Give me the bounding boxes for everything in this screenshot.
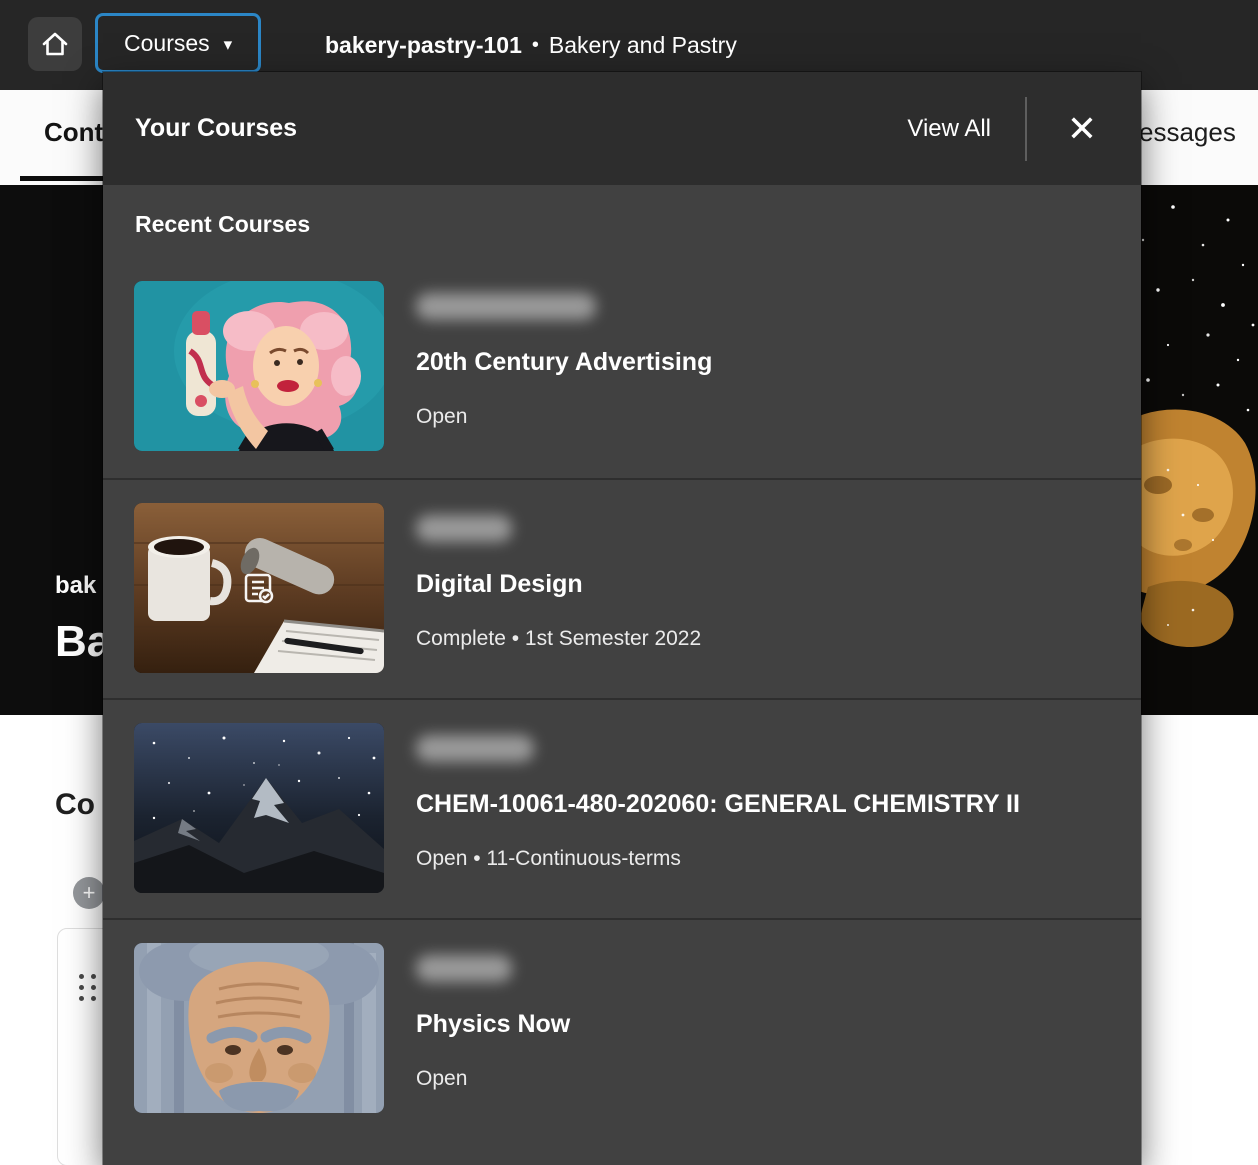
recent-courses-heading: Recent Courses (135, 211, 1141, 238)
course-info: Digital Design Complete • 1st Semester 2… (416, 503, 701, 698)
breadcrumb-separator: • (532, 34, 539, 57)
home-icon (40, 30, 70, 58)
close-icon: ✕ (1067, 108, 1097, 149)
drag-handle-dots-icon[interactable] (79, 974, 97, 1001)
course-title-link[interactable]: Physics Now (416, 1009, 570, 1039)
course-info: CHEM-10061-480-202060: GENERAL CHEMISTRY… (416, 723, 1020, 918)
app-window: Cont essages (0, 0, 1258, 1165)
view-all-link[interactable]: View All (907, 115, 991, 143)
add-content-button[interactable]: + (73, 877, 105, 909)
panel-body: Recent Courses (103, 185, 1141, 1165)
course-card[interactable]: CHEM-10061-480-202060: GENERAL CHEMISTRY… (103, 698, 1141, 918)
courses-menu-button[interactable]: Courses ▾ (95, 13, 261, 73)
course-id-redacted (416, 955, 512, 982)
close-button[interactable]: ✕ (1059, 106, 1105, 152)
panel-title: Your Courses (135, 114, 907, 143)
chevron-down-icon: ▾ (224, 36, 233, 53)
course-info: 20th Century Advertising Open (416, 281, 712, 478)
active-tab-underline (20, 176, 104, 181)
courses-menu-label: Courses (124, 30, 210, 57)
content-heading-partial: Co (55, 788, 95, 822)
course-card[interactable]: Digital Design Complete • 1st Semester 2… (103, 478, 1141, 698)
course-info: Physics Now Open (416, 943, 570, 1165)
course-id-redacted (416, 735, 534, 762)
header-divider (1025, 97, 1027, 161)
course-card[interactable]: 20th Century Advertising Open (103, 258, 1141, 478)
course-id-redacted (416, 293, 596, 320)
course-title-link[interactable]: CHEM-10061-480-202060: GENERAL CHEMISTRY… (416, 789, 1020, 819)
course-status: Open • 11-Continuous-terms (416, 847, 1020, 871)
course-title-link[interactable]: Digital Design (416, 569, 701, 599)
chemistry-thumbnail-image (134, 723, 384, 893)
breadcrumb-course-name: Bakery and Pastry (549, 32, 737, 59)
course-thumbnail[interactable] (134, 943, 384, 1113)
course-thumbnail[interactable] (134, 723, 384, 893)
course-status: Open (416, 1067, 570, 1091)
plus-icon: + (83, 880, 96, 905)
tab-content-partial[interactable]: Cont (44, 117, 103, 148)
home-button[interactable] (28, 17, 82, 71)
course-status: Complete • 1st Semester 2022 (416, 627, 701, 651)
course-title-link[interactable]: 20th Century Advertising (416, 347, 712, 377)
course-status: Open (416, 405, 712, 429)
course-thumbnail[interactable] (134, 503, 384, 673)
course-id-redacted (416, 515, 512, 542)
physics-thumbnail-image (134, 943, 384, 1113)
digital-design-thumbnail-image (134, 503, 384, 673)
courses-dropdown-panel: Your Courses View All ✕ Recent Courses (103, 72, 1141, 1165)
tab-messages-partial[interactable]: essages (1139, 117, 1236, 148)
breadcrumb-course-id: bakery-pastry-101 (325, 32, 522, 59)
course-thumbnail[interactable] (134, 281, 384, 451)
advertising-thumbnail-image (134, 281, 384, 451)
hero-course-id-partial: bak (55, 572, 96, 600)
panel-header: Your Courses View All ✕ (103, 72, 1141, 185)
course-card[interactable]: Physics Now Open (103, 918, 1141, 1165)
